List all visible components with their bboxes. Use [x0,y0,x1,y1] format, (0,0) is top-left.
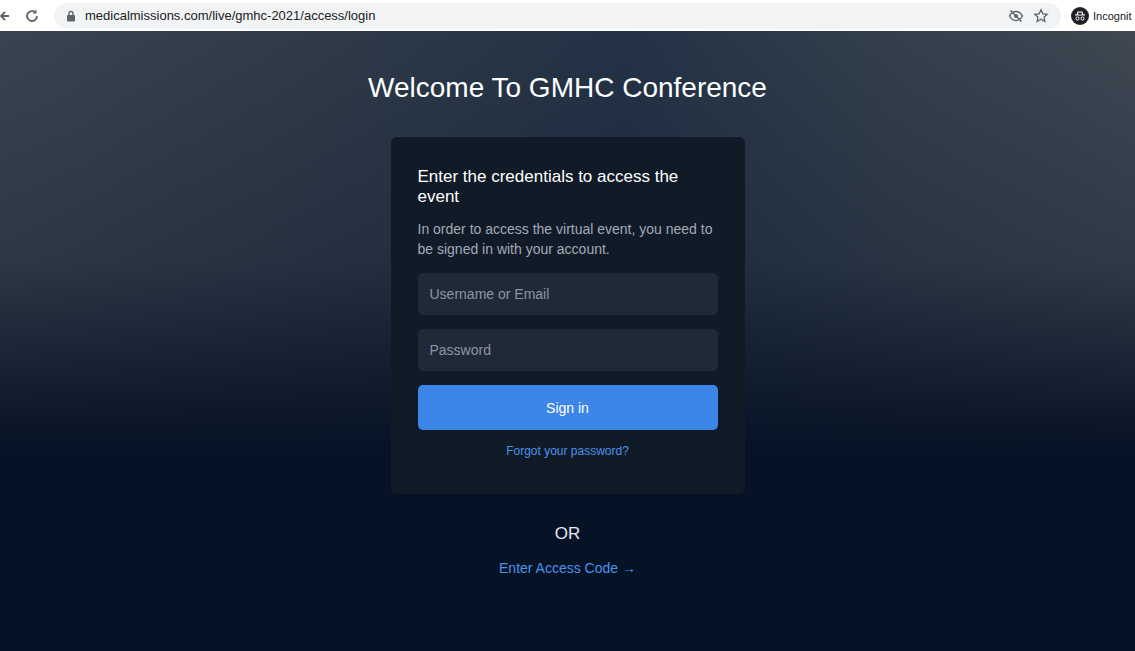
username-input[interactable] [418,273,718,315]
address-bar[interactable]: medicalmissions.com/live/gmhc-2021/acces… [54,3,1061,29]
browser-window: medicalmissions.com/live/gmhc-2021/acces… [0,0,1135,651]
incognito-icon [1071,7,1089,25]
sign-in-button[interactable]: Sign in [418,385,718,430]
profile-label[interactable]: Incognit [1093,10,1132,22]
back-arrow-icon[interactable] [0,9,10,23]
star-icon[interactable] [1033,8,1049,24]
url-text[interactable]: medicalmissions.com/live/gmhc-2021/acces… [85,8,375,23]
profile-button[interactable]: Incognit [1071,7,1132,25]
card-description: In order to access the virtual event, yo… [418,219,718,259]
access-code-link[interactable]: Enter Access Code → [499,560,636,576]
eye-slash-icon[interactable] [1008,8,1024,24]
password-input[interactable] [418,329,718,371]
page-title: Welcome To GMHC Conference [368,71,767,105]
lock-icon [66,10,76,22]
or-divider: OR [555,524,581,544]
card-heading: Enter the credentials to access the even… [418,167,718,207]
reload-icon[interactable] [24,8,40,24]
browser-toolbar: medicalmissions.com/live/gmhc-2021/acces… [0,0,1135,31]
forgot-password-link[interactable]: Forgot your password? [506,444,629,458]
page: Welcome To GMHC Conference Enter the cre… [0,31,1135,651]
login-card: Enter the credentials to access the even… [391,137,745,494]
